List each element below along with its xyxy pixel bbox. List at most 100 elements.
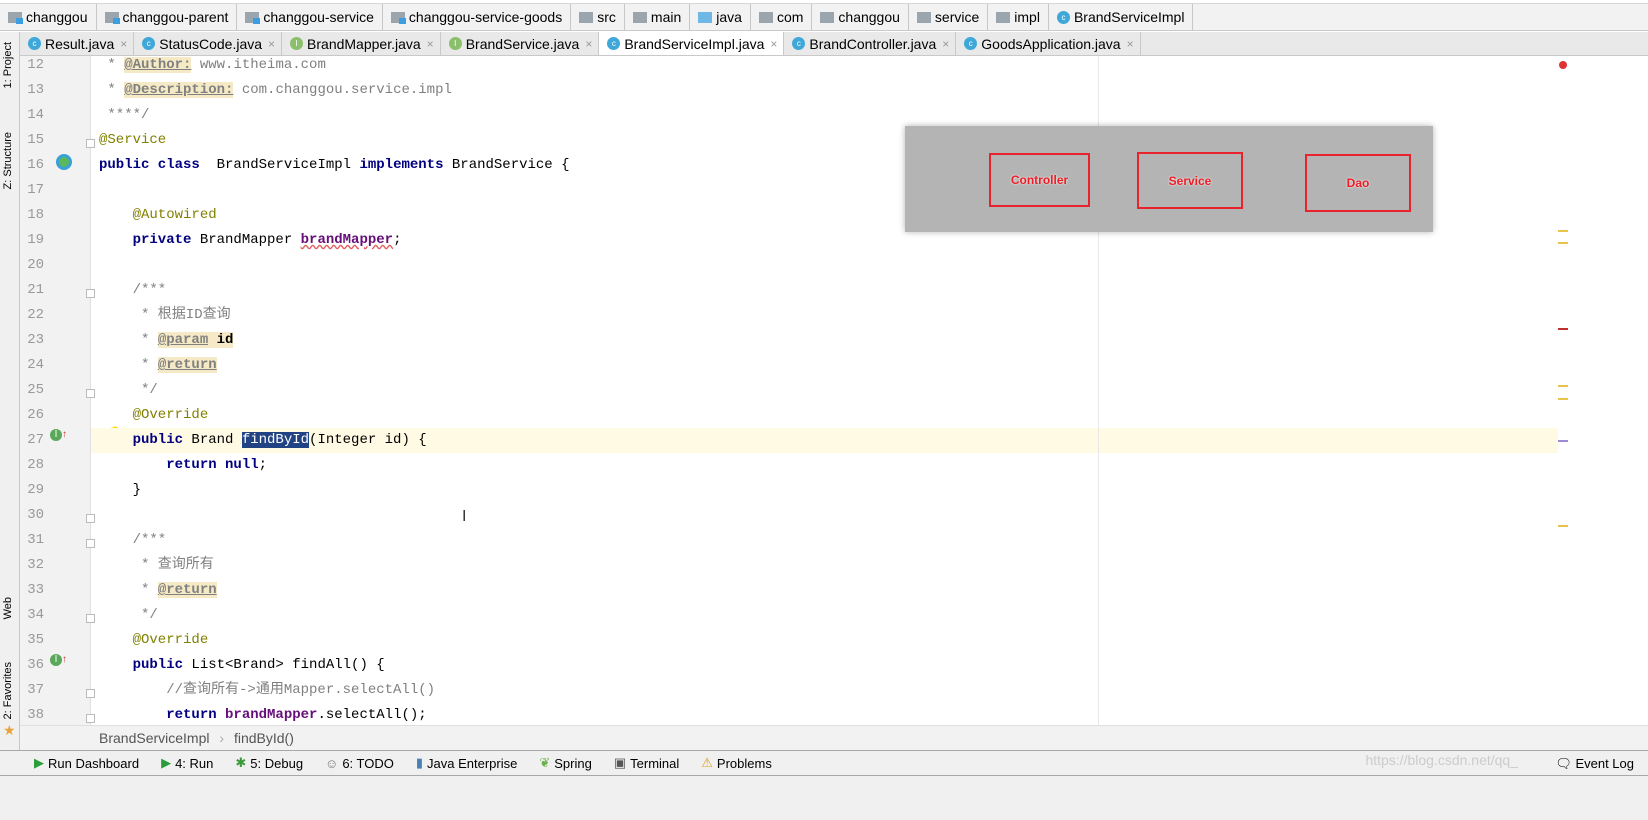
toolwindow-terminal[interactable]: ▣ Terminal <box>614 755 679 771</box>
code-line[interactable]: public Brand findById(Integer id) { <box>91 428 1558 453</box>
toolwindow-label: Run Dashboard <box>48 755 140 771</box>
close-icon[interactable]: × <box>1127 37 1134 51</box>
project-tool-button[interactable]: 1: Project <box>2 42 14 88</box>
nav-method[interactable]: findById() <box>234 730 294 746</box>
error-indicator-icon[interactable] <box>1559 61 1567 69</box>
web-tool-button[interactable]: Web <box>2 597 14 619</box>
tab-brandservice[interactable]: I BrandService.java × <box>441 32 600 55</box>
tab-goodsapplication[interactable]: c GoodsApplication.java × <box>956 32 1141 55</box>
code-token: private <box>99 232 192 248</box>
tab-label: BrandService.java <box>465 35 580 52</box>
code-token: } <box>99 482 142 498</box>
terminal-icon: ▣ <box>613 755 627 770</box>
code-line[interactable]: @Override <box>91 628 1558 653</box>
code-line[interactable] <box>91 253 1558 278</box>
architecture-diagram-overlay: Controller Service Dao <box>905 126 1433 232</box>
code-token: * 查询所有 <box>99 557 214 573</box>
event-log-button[interactable]: 🗨 Event Log <box>1555 756 1634 772</box>
close-icon[interactable]: × <box>585 37 592 51</box>
code-token: implements <box>359 157 444 173</box>
code-line[interactable]: //查询所有->通用Mapper.selectAll() <box>91 678 1558 703</box>
toolwindow-label: Java Enterprise <box>427 755 518 771</box>
code-token: www.itheima.com <box>191 57 326 73</box>
close-icon[interactable]: × <box>120 37 127 51</box>
code-token: @Service <box>99 132 167 148</box>
code-line[interactable]: } <box>91 478 1558 503</box>
breadcrumb-item[interactable]: changgou-parent <box>103 4 238 30</box>
breadcrumb-item[interactable]: impl <box>994 4 1049 30</box>
toolwindow-run-dashboard[interactable]: ▶ Run Dashboard <box>34 755 139 771</box>
code-line[interactable]: /*** <box>91 278 1558 303</box>
line-number: 27 <box>27 432 44 448</box>
breadcrumb-label: changgou-service-goods <box>408 9 563 25</box>
code-line[interactable]: * 根据ID查询 <box>91 303 1558 328</box>
folder-icon <box>579 11 594 23</box>
breadcrumb-item[interactable]: changgou-service-goods <box>389 4 572 30</box>
tab-brandmapper[interactable]: I BrandMapper.java × <box>282 32 441 55</box>
implements-method-icon[interactable]: I ↑ <box>50 429 67 441</box>
tab-brandcontroller[interactable]: c BrandController.java × <box>784 32 957 55</box>
code-token: BrandServiceImpl <box>199 157 360 173</box>
code-line[interactable]: * @param id <box>91 328 1558 353</box>
line-number: 32 <box>27 557 44 573</box>
implements-method-icon[interactable]: I ↑ <box>50 654 67 666</box>
toolwindow-spring[interactable]: ❦ Spring <box>539 755 591 771</box>
breadcrumb-item[interactable]: com <box>757 4 813 30</box>
line-number: 25 <box>27 382 44 398</box>
line-number: 36 <box>27 657 44 673</box>
tab-statuscode[interactable]: c StatusCode.java × <box>134 32 283 55</box>
close-icon[interactable]: × <box>427 37 434 51</box>
editor-scrollbar[interactable] <box>1558 56 1572 725</box>
scroll-marker <box>1558 230 1568 232</box>
code-token: @param <box>157 332 209 348</box>
code-line[interactable]: return null; <box>91 453 1558 478</box>
breadcrumb-item[interactable]: service <box>915 4 989 30</box>
code-line[interactable]: @Override <box>91 403 1558 428</box>
code-line[interactable]: /*** <box>91 528 1558 553</box>
close-icon[interactable]: × <box>942 37 949 51</box>
code-token: .selectAll(); <box>317 707 427 723</box>
code-token: * <box>99 57 125 73</box>
editor-tabs: c Result.java × c StatusCode.java × I BrandMapp… <box>20 32 1648 56</box>
dao-box: Dao <box>1305 154 1411 212</box>
breadcrumb-item[interactable]: changgou <box>818 4 909 30</box>
code-line[interactable]: * @return <box>91 578 1558 603</box>
code-line[interactable]: */ <box>91 603 1558 628</box>
breadcrumb-item[interactable]: changgou <box>6 4 97 30</box>
code-line[interactable]: * @Description: com.changgou.service.imp… <box>91 78 1558 103</box>
code-line[interactable]: * @Author: www.itheima.com <box>91 56 1558 78</box>
controller-box: Controller <box>989 153 1090 207</box>
code-line[interactable]: * @return <box>91 353 1558 378</box>
code-line[interactable]: public List<Brand> findAll() { <box>91 653 1558 678</box>
breadcrumb-item[interactable]: main <box>631 4 691 30</box>
breadcrumb-item[interactable]: src <box>577 4 625 30</box>
breadcrumb-item[interactable]: c BrandServiceImpl <box>1055 4 1194 30</box>
structure-tool-button[interactable]: Z: Structure <box>2 132 14 189</box>
toolwindow-todo[interactable]: ☺ 6: TODO <box>325 756 394 771</box>
favorites-tool-button[interactable]: 2: Favorites <box>2 662 14 719</box>
line-number: 15 <box>27 132 44 148</box>
toolwindow-run[interactable]: ▶ 4: Run <box>161 755 213 771</box>
code-line[interactable]: ****/ <box>91 103 1558 128</box>
tab-brandserviceimpl[interactable]: c BrandServiceImpl.java × <box>599 32 785 55</box>
tab-result[interactable]: c Result.java × <box>20 32 135 55</box>
line-number: 20 <box>27 257 44 273</box>
close-icon[interactable]: × <box>770 37 777 51</box>
breadcrumb-label: changgou-service <box>263 9 374 25</box>
code-line[interactable]: */ <box>91 378 1558 403</box>
breadcrumb-item[interactable]: changgou-service <box>243 4 383 30</box>
toolwindow-warning[interactable]: ⚠ Problems <box>701 755 772 771</box>
close-icon[interactable]: × <box>268 37 275 51</box>
tab-label: BrandController.java <box>809 35 937 52</box>
code-line[interactable]: return brandMapper.selectAll(); <box>91 703 1558 725</box>
code-line[interactable] <box>91 503 1558 528</box>
nav-class[interactable]: BrandServiceImpl <box>99 730 210 746</box>
line-number: 24 <box>27 357 44 373</box>
breadcrumb-item[interactable]: java <box>696 4 751 30</box>
spring-bean-icon[interactable] <box>56 154 72 173</box>
breadcrumb-label: impl <box>1014 9 1040 25</box>
code-line[interactable]: * 查询所有 <box>91 553 1558 578</box>
toolwindow-java-enterprise[interactable]: ▮ Java Enterprise <box>416 755 517 771</box>
editor-gutter: 12 13 14 15 16 17 18 19 20 21 22 23 24 25 26 27 28 29 30 31… <box>20 56 123 725</box>
toolwindow-debug[interactable]: ✱ 5: Debug <box>235 755 303 771</box>
